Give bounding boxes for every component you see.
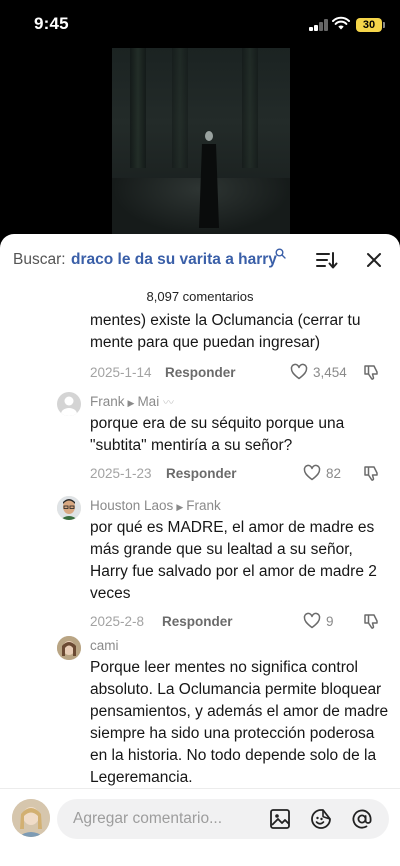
image-icon[interactable]: [269, 808, 291, 830]
comments-sheet: Buscar: draco le da su varita a harry 8,…: [0, 234, 400, 866]
status-time: 9:45: [34, 14, 69, 33]
comment-meta: Frank ▶ Mai 〰︎: [90, 394, 174, 410]
comment-text: porque era de su séquito porque una "sub…: [90, 415, 345, 454]
heart-icon[interactable]: [303, 464, 321, 482]
comment-actions: 2025-2-8 Responder 9: [90, 612, 390, 632]
reply-arrow-icon: ▶: [176, 502, 184, 512]
dislike-icon[interactable]: [363, 612, 381, 630]
sort-icon[interactable]: [316, 250, 338, 270]
wifi-icon: [332, 16, 350, 30]
video-figure: [199, 131, 219, 228]
comment-text: mentes) existe la Oclumancia (cerrar tu …: [90, 312, 361, 351]
comment-list[interactable]: mentes) existe la Oclumancia (cerrar tu …: [0, 312, 400, 788]
search-term-link[interactable]: draco le da su varita a harry: [71, 251, 277, 269]
avatar[interactable]: [12, 799, 50, 837]
video-player[interactable]: [112, 48, 290, 234]
emoji-icon[interactable]: [310, 808, 332, 830]
battery-icon: 30: [356, 18, 385, 32]
reply-arrow-icon: ▶: [127, 398, 135, 408]
reply-button[interactable]: Responder: [162, 614, 233, 629]
like-count: 9: [326, 614, 334, 629]
comment-date: 2025-1-23: [90, 466, 152, 481]
dislike-icon[interactable]: [363, 363, 381, 381]
close-icon[interactable]: [365, 251, 383, 269]
reply-to-name[interactable]: Frank: [186, 498, 221, 513]
dislike-icon[interactable]: [363, 464, 381, 482]
comment-search-row[interactable]: Buscar: draco le da su varita a harry: [13, 248, 387, 272]
comment-date: 2025-1-14: [90, 365, 152, 380]
comment-input-box[interactable]: [57, 799, 389, 839]
status-bar: 9:45 30: [0, 0, 400, 48]
reply-button[interactable]: Responder: [165, 365, 236, 380]
comment-date: 2025-2-8: [90, 614, 145, 629]
search-label: Buscar:: [13, 251, 66, 268]
comment-count: 8,097 comentarios: [146, 289, 254, 304]
avatar[interactable]: [57, 392, 81, 416]
reply-to-name[interactable]: Mai: [137, 394, 159, 409]
like-count: 82: [326, 466, 342, 481]
comment-input[interactable]: [73, 799, 253, 839]
mention-icon[interactable]: [351, 808, 373, 830]
comment-text: por qué es MADRE, el amor de madre es má…: [90, 519, 377, 602]
avatar[interactable]: [57, 636, 81, 660]
comment-actions: 2025-1-14 Responder 3,454: [90, 363, 390, 383]
comment-author[interactable]: Houston Laos: [90, 498, 173, 513]
wings-emoji-icon: 〰︎: [162, 397, 174, 409]
like-count: 3,454: [313, 365, 347, 380]
comment-author[interactable]: cami: [90, 638, 119, 653]
avatar[interactable]: [57, 496, 81, 520]
comment-input-bar: [0, 788, 400, 866]
comment-meta: Houston Laos ▶ Frank: [90, 498, 221, 513]
comment-author[interactable]: Frank: [90, 394, 125, 409]
reply-button[interactable]: Responder: [166, 466, 237, 481]
comment-text: Porque leer mentes no significa control …: [90, 659, 389, 786]
search-icon: [275, 248, 286, 259]
comment-meta: cami: [90, 638, 119, 653]
heart-icon[interactable]: [303, 612, 321, 630]
heart-icon[interactable]: [290, 363, 308, 381]
comment-actions: 2025-1-23 Responder 82: [90, 464, 390, 484]
cellular-signal-icon: [309, 19, 329, 31]
